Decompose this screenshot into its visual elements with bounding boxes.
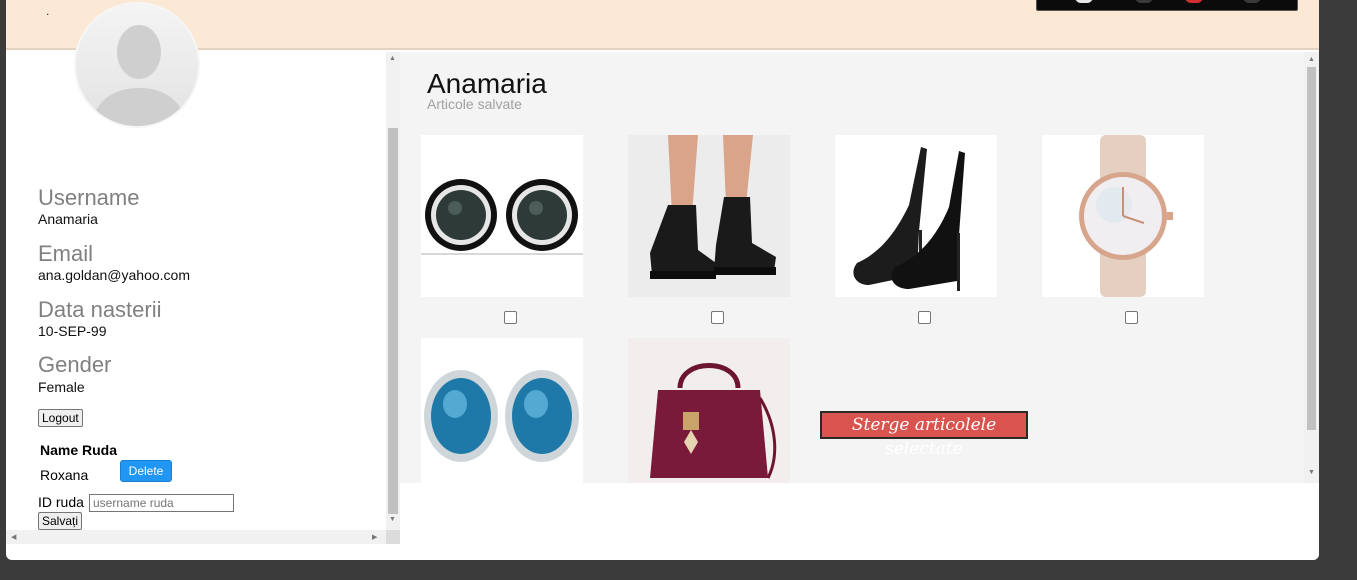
- scroll-down-arrow-icon[interactable]: ▼: [1308, 469, 1315, 476]
- page-bottom-area: [400, 483, 1319, 560]
- browser-window: . Username Anamaria Email ana.goldan@yah…: [6, 0, 1319, 560]
- scroll-up-arrow-icon[interactable]: ▲: [389, 55, 396, 62]
- scroll-up-arrow-icon[interactable]: ▲: [1308, 56, 1315, 63]
- right-vertical-scrollbar[interactable]: ▲ ▼: [1304, 52, 1319, 483]
- profile-avatar: [74, 2, 200, 128]
- gender-value: Female: [38, 379, 85, 395]
- watch-image: [1042, 135, 1204, 297]
- product-blue-topaz-earrings[interactable]: [421, 338, 583, 483]
- scroll-right-arrow-icon[interactable]: ▶: [372, 533, 377, 541]
- left-horizontal-scrollbar[interactable]: ◀ ▶: [6, 530, 386, 544]
- page-header: .: [6, 0, 1319, 50]
- delete-selected-button[interactable]: Sterge articolele selectate: [820, 411, 1028, 459]
- media-control-bar[interactable]: [1036, 0, 1298, 11]
- select-checkbox[interactable]: [918, 311, 931, 324]
- username-label: Username: [38, 185, 140, 210]
- select-checkbox[interactable]: [1125, 311, 1138, 324]
- handbag-image: [628, 338, 790, 483]
- birthdate-label: Data nasterii: [38, 297, 162, 322]
- page-subtitle: Articole salvate: [427, 96, 522, 112]
- ruda-id-input[interactable]: [89, 494, 234, 512]
- scroll-down-arrow-icon[interactable]: ▼: [389, 516, 396, 523]
- media-button-gray[interactable]: [1135, 0, 1153, 3]
- product-lace-ankle-boots[interactable]: [628, 135, 790, 297]
- profile-panel: Username Anamaria Email ana.goldan@yahoo…: [6, 52, 400, 544]
- username-value: Anamaria: [38, 211, 98, 227]
- left-scrollbar-thumb[interactable]: [388, 128, 398, 514]
- media-button-dark[interactable]: [1243, 0, 1261, 3]
- scroll-left-arrow-icon[interactable]: ◀: [11, 533, 16, 541]
- blue-earrings-image: [421, 338, 583, 483]
- product-rose-gold-watch[interactable]: [1042, 135, 1204, 297]
- lace-ankle-boots-image: [628, 135, 790, 297]
- ruda-id-label: ID ruda: [38, 494, 84, 510]
- gender-label: Gender: [38, 352, 112, 377]
- birthdate-value: 10-SEP-99: [38, 323, 107, 339]
- email-label: Email: [38, 241, 94, 266]
- delete-ruda-button[interactable]: Delete: [120, 460, 172, 482]
- product-pearl-earrings[interactable]: [421, 135, 583, 297]
- pearl-earrings-image: [421, 135, 583, 297]
- select-checkbox[interactable]: [504, 311, 517, 324]
- product-burgundy-handbag[interactable]: [628, 338, 790, 483]
- media-button-red[interactable]: [1185, 0, 1203, 3]
- logout-button[interactable]: Logout: [38, 409, 83, 427]
- saved-articles-panel: Anamaria Articole salvate Sterge articol…: [400, 52, 1319, 483]
- left-vertical-scrollbar[interactable]: ▲ ▼: [386, 52, 400, 530]
- header-dot: .: [46, 4, 50, 18]
- media-button-white[interactable]: [1075, 0, 1093, 3]
- stiletto-pumps-image: [835, 135, 997, 297]
- ruda-name: Roxana: [40, 467, 89, 483]
- right-scrollbar-thumb[interactable]: [1307, 67, 1316, 430]
- email-value: ana.goldan@yahoo.com: [38, 267, 190, 283]
- ruda-title: Name Ruda: [40, 442, 118, 458]
- select-checkbox[interactable]: [711, 311, 724, 324]
- scrollbar-corner: [386, 530, 400, 544]
- user-silhouette-icon: [76, 4, 198, 126]
- save-ruda-button[interactable]: Salvați: [38, 512, 83, 530]
- product-black-stiletto-pumps[interactable]: [835, 135, 997, 297]
